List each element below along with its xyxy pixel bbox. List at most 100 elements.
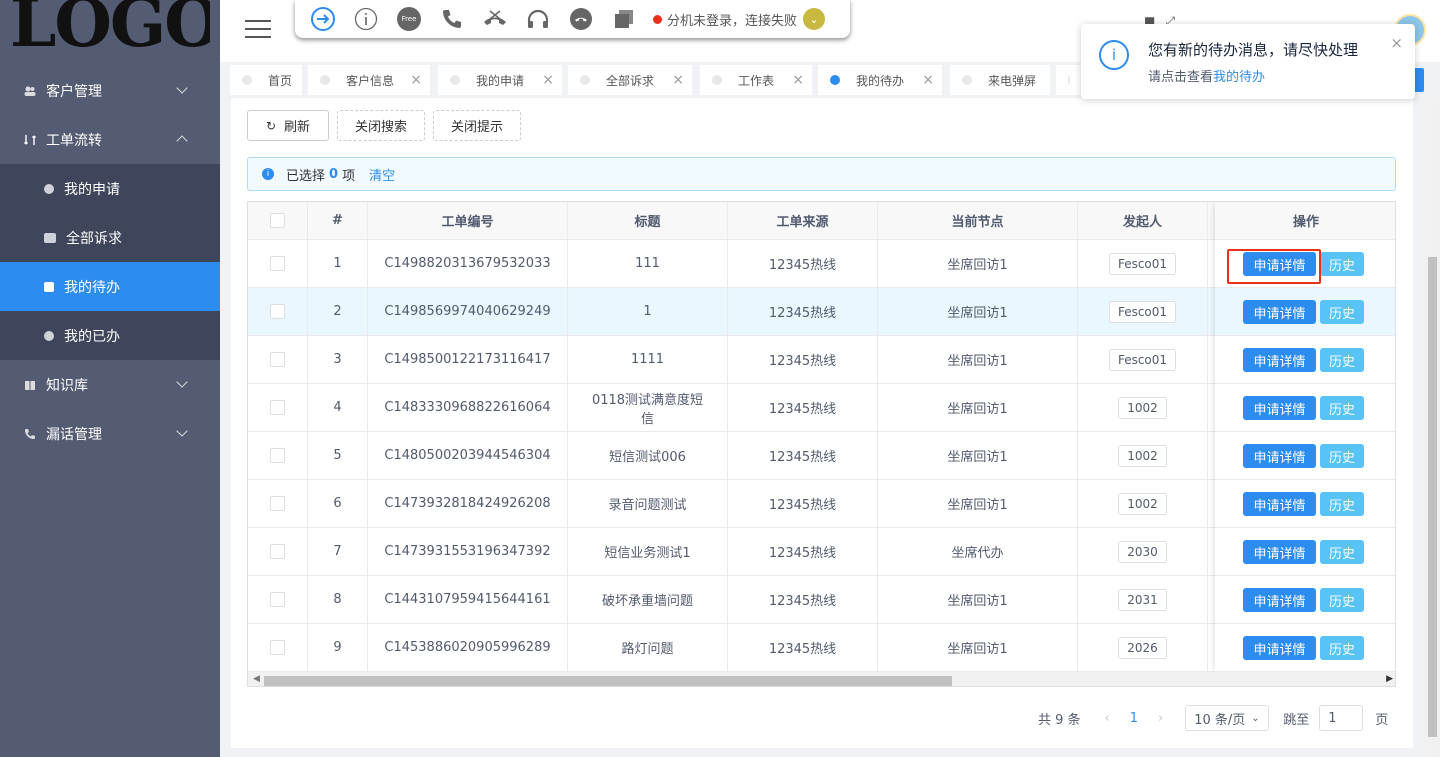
refresh-label: 刷新 <box>284 120 311 135</box>
source-cell: 12345热线 <box>728 624 878 671</box>
close-icon[interactable]: × <box>542 72 554 88</box>
page-size-select[interactable]: 10 条/页 ⌄ <box>1185 705 1270 731</box>
clear-selection-link[interactable]: 清空 <box>369 165 395 184</box>
row-checkbox[interactable] <box>270 496 285 511</box>
initiator-tag: Fesco01 <box>1108 348 1177 371</box>
next-page-icon[interactable]: › <box>1158 711 1163 726</box>
tab-my-applications[interactable]: 我的申请 × <box>438 65 562 95</box>
row-checkbox[interactable] <box>270 352 285 367</box>
scroll-thumb[interactable] <box>1428 257 1437 737</box>
copy-icon[interactable] <box>610 7 638 31</box>
tab-dot-icon <box>712 75 722 85</box>
source-cell: 12345热线 <box>728 240 878 287</box>
info-icon[interactable] <box>352 7 380 31</box>
row-checkbox[interactable] <box>270 448 285 463</box>
close-icon[interactable]: × <box>922 72 934 88</box>
prev-page-icon[interactable]: ‹ <box>1105 711 1110 726</box>
tab-dot-icon <box>320 75 330 85</box>
select-all-checkbox[interactable] <box>270 213 285 228</box>
sidebar-subitem-all-requests[interactable]: 全部诉求 <box>0 213 220 262</box>
row-checkbox[interactable] <box>270 640 285 655</box>
tab-dot-icon <box>1068 75 1070 85</box>
phone-call-icon[interactable] <box>438 7 466 31</box>
row-select-cell <box>248 528 308 575</box>
node-cell: 坐席回访1 <box>878 240 1078 287</box>
row-select-cell <box>248 336 308 383</box>
hangup-icon[interactable] <box>567 7 595 31</box>
chevron-down-icon[interactable]: ⌄ <box>803 8 826 30</box>
initiator-tag: 1002 <box>1118 396 1167 419</box>
column-header: 标题 <box>568 202 728 239</box>
initiator-tag: 1002 <box>1118 444 1167 467</box>
initiator-cell: 1002 <box>1078 480 1208 527</box>
close-tips-button[interactable]: 关闭提示 <box>433 110 521 141</box>
tab-home[interactable]: 首页 <box>230 65 302 95</box>
row-checkbox[interactable] <box>270 544 285 559</box>
close-search-button[interactable]: 关闭搜索 <box>337 110 425 141</box>
vertical-scrollbar[interactable] <box>1425 97 1440 757</box>
transfer-call-icon[interactable] <box>481 7 509 31</box>
node-cell: 坐席回访1 <box>878 288 1078 335</box>
tab-dot-icon <box>580 75 590 85</box>
selection-suffix: 项 <box>342 168 356 184</box>
initiator-tag: 1002 <box>1118 492 1167 515</box>
row-checkbox[interactable] <box>270 304 285 319</box>
source-cell: 12345热线 <box>728 336 878 383</box>
node-cell: 坐席回访1 <box>878 480 1078 527</box>
pagination-total: 共 9 条 <box>1038 712 1081 728</box>
jump-page-input[interactable] <box>1319 705 1364 731</box>
tab-all-requests[interactable]: 全部诉求 × <box>568 65 692 95</box>
menu-toggle-icon[interactable] <box>245 20 271 40</box>
scroll-right-icon[interactable]: ▶ <box>1386 674 1393 684</box>
sidebar-item-knowledge[interactable]: 知识库 <box>0 360 220 409</box>
row-checkbox[interactable] <box>270 400 285 415</box>
tab-my-todo[interactable]: 我的待办 × <box>818 65 942 95</box>
free-status-icon[interactable]: Free <box>395 7 423 31</box>
sidebar-item-label: 我的已办 <box>64 328 120 345</box>
title-cell: 1 <box>568 288 728 335</box>
tab-customer-info[interactable]: 客户信息 × <box>308 65 430 95</box>
tab-label: 我的申请 <box>476 73 525 88</box>
sidebar-subitem-my-done[interactable]: 我的已办 <box>0 311 220 360</box>
sidebar-item-label: 工单流转 <box>46 132 102 149</box>
horizontal-scrollbar[interactable]: ◀ ▶ <box>248 672 1395 686</box>
close-icon[interactable]: × <box>792 72 804 88</box>
row-select-cell <box>248 384 308 431</box>
tab-worksheet[interactable]: 工作表 × <box>700 65 812 95</box>
scroll-left-icon[interactable]: ◀ <box>253 674 260 684</box>
row-checkbox[interactable] <box>270 256 285 271</box>
error-dot-icon <box>653 14 662 24</box>
book-icon <box>25 380 35 390</box>
chevron-down-icon: ⌄ <box>1251 712 1260 724</box>
login-icon[interactable] <box>309 7 337 31</box>
initiator-cell: Fesco01 <box>1078 336 1208 383</box>
sidebar-item-workflow[interactable]: 工单流转 <box>0 115 220 164</box>
initiator-tag: Fesco01 <box>1108 252 1177 275</box>
close-icon[interactable]: × <box>410 72 422 88</box>
close-icon[interactable]: × <box>1390 34 1403 52</box>
id-cell: C1480500203944546304 <box>368 432 568 479</box>
initiator-cell: 2026 <box>1078 624 1208 671</box>
tab-incoming-popup[interactable]: 来电弹屏 <box>950 65 1050 95</box>
notification-todo-link[interactable]: 我的待办 <box>1213 70 1265 85</box>
initiator-cell: 1002 <box>1078 384 1208 431</box>
row-checkbox[interactable] <box>270 592 285 607</box>
selection-count: 0 <box>329 166 339 182</box>
page-number[interactable]: 1 <box>1130 711 1138 726</box>
sidebar-item-label: 客户管理 <box>46 83 102 100</box>
scroll-thumb[interactable] <box>264 676 952 686</box>
node-cell: 坐席回访1 <box>878 384 1078 431</box>
tab-label: 全部诉求 <box>606 73 655 88</box>
refresh-button[interactable]: ↻ 刷新 <box>247 110 329 141</box>
headset-icon[interactable] <box>524 7 552 31</box>
initiator-cell: 1002 <box>1078 432 1208 479</box>
sidebar-item-customer[interactable]: 客户管理 <box>0 66 220 115</box>
close-icon[interactable]: × <box>672 72 684 88</box>
document-icon <box>44 281 54 292</box>
sidebar-item-label: 知识库 <box>46 377 88 394</box>
extension-status: 分机未登录，连接失败 ⌄ <box>653 8 826 30</box>
sidebar-subitem-my-applications[interactable]: 我的申请 <box>0 164 220 213</box>
sidebar-item-missed-calls[interactable]: 漏话管理 <box>0 409 220 458</box>
sidebar-item-label: 漏话管理 <box>46 426 102 443</box>
sidebar-subitem-my-todo[interactable]: 我的待办 <box>0 262 220 311</box>
